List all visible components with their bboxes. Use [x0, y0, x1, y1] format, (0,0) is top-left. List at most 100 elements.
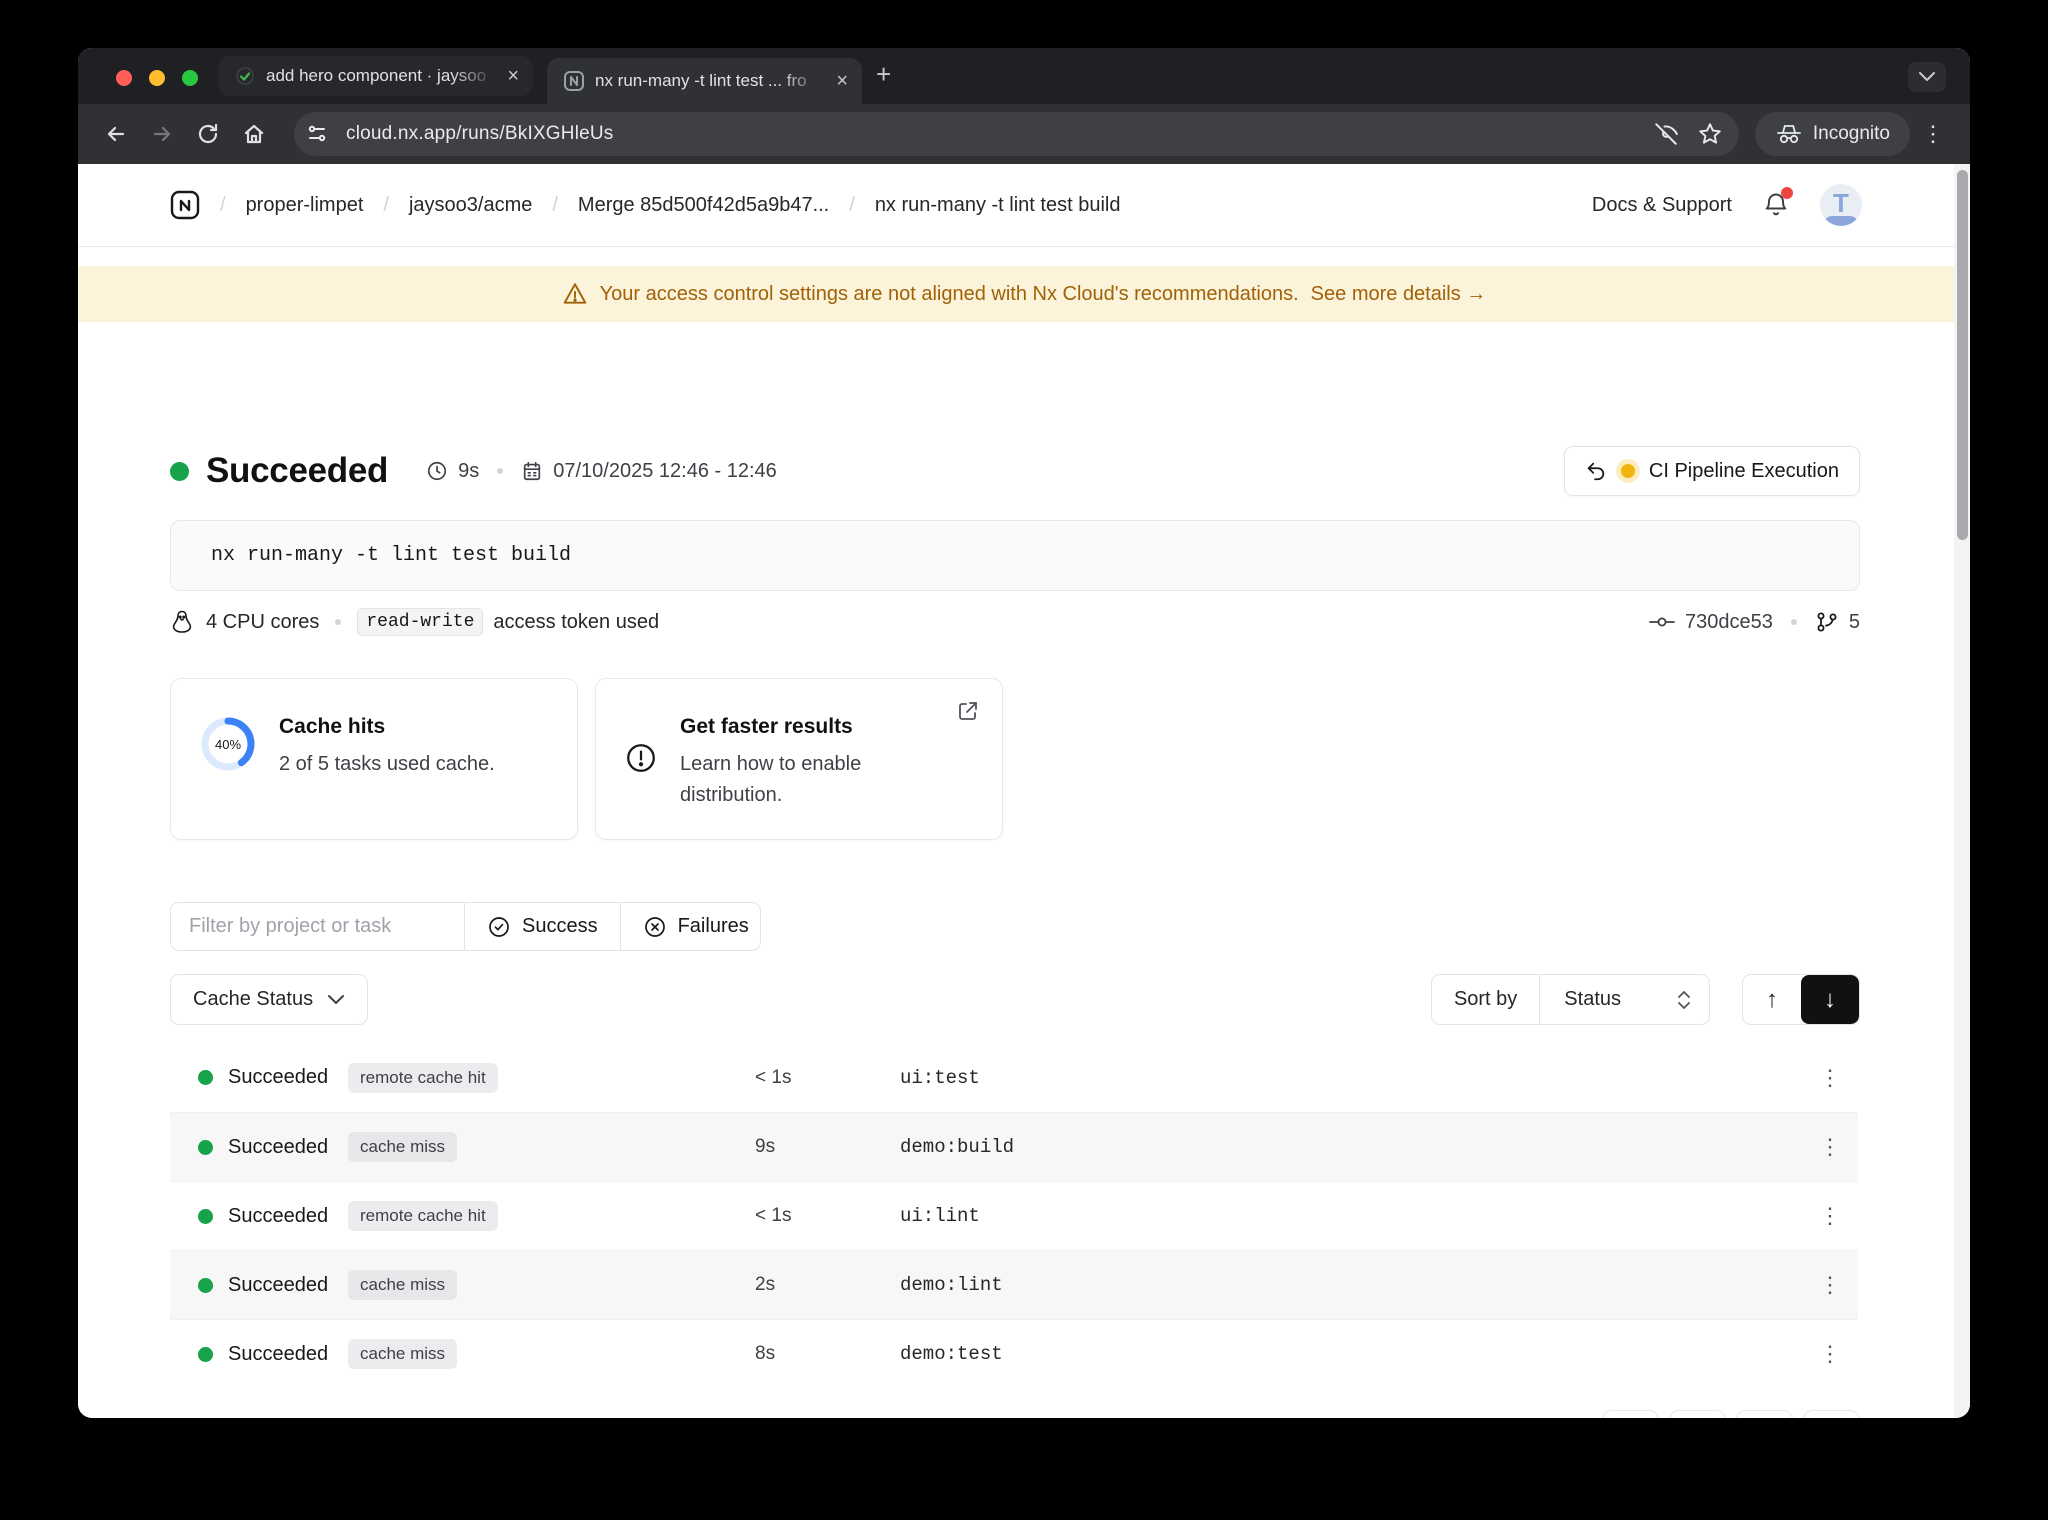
first-page-button[interactable]: « [1602, 1410, 1659, 1418]
bookmark-star-icon[interactable] [1697, 121, 1723, 147]
success-dot-icon [198, 1277, 213, 1293]
access-token-chip: read-write [357, 608, 484, 636]
breadcrumb: / proper-limpet / jaysoo3/acme / Merge 8… [170, 190, 1120, 220]
cache-hits-subtitle: 2 of 5 tasks used cache. [279, 753, 495, 775]
success-dot-icon [198, 1070, 213, 1085]
sort-ascending-button[interactable]: ↑ [1743, 975, 1801, 1024]
password-hidden-icon[interactable] [1653, 121, 1679, 147]
tab-title: nx run-many -t lint test ... fro [595, 71, 807, 90]
warning-message: Your access control settings are not ali… [599, 282, 1299, 305]
nx-logo-icon[interactable] [170, 190, 200, 220]
external-link-icon[interactable] [956, 699, 980, 723]
list-controls-row: Cache Status Sort by Status ↑ ↓ [170, 974, 1860, 1025]
cache-percent: 40% [214, 736, 242, 752]
success-dot-icon [198, 1139, 213, 1155]
desktop-background: add hero component · jaysoo × nx run-man… [0, 0, 2048, 1520]
avatar[interactable]: T [1820, 184, 1862, 226]
tab-search-button[interactable] [1908, 62, 1946, 92]
table-row[interactable]: Succeeded remote cache hit < 1s ui:lint … [170, 1181, 1858, 1250]
site-info-icon[interactable] [300, 117, 334, 151]
row-menu-icon[interactable]: ⋮ [1802, 1272, 1858, 1298]
page-scrollbar[interactable] [1954, 164, 1970, 1418]
cache-donut-chart: 40% [199, 715, 257, 773]
undo-icon [1587, 462, 1605, 481]
run-duration: 9s [458, 459, 480, 482]
docs-support-link[interactable]: Docs & Support [1592, 194, 1732, 217]
table-row[interactable]: Succeeded remote cache hit < 1s ui:test … [170, 1043, 1858, 1112]
info-icon [624, 741, 658, 839]
sort-control: Sort by Status [1430, 974, 1710, 1025]
back-button[interactable] [96, 114, 136, 154]
success-dot-icon [198, 1208, 213, 1224]
pagination: 1 - 5 of 5 « ‹ › » [170, 1410, 1860, 1418]
see-more-details-link[interactable]: See more details → [1311, 283, 1487, 306]
row-menu-icon[interactable]: ⋮ [1802, 1065, 1858, 1091]
command-box: nx run-many -t lint test build [170, 520, 1860, 591]
summary-cards: 40% Cache hits 2 of 5 tasks used cache. … [170, 678, 1860, 840]
row-menu-icon[interactable]: ⋮ [1802, 1341, 1858, 1367]
close-tab-icon[interactable]: × [836, 71, 848, 91]
browser-menu-icon[interactable]: ⋮ [1916, 121, 1950, 147]
run-command: nx run-many -t lint test build [211, 544, 572, 567]
incognito-label: Incognito [1812, 123, 1890, 144]
cache-badge: cache miss [348, 1339, 458, 1369]
access-token-text: access token used [493, 610, 660, 633]
table-row[interactable]: Succeeded cache miss 9s demo:build ⋮ [170, 1112, 1858, 1181]
ci-pipeline-execution-button[interactable]: CI Pipeline Execution [1563, 446, 1860, 496]
scrollbar-thumb[interactable] [1957, 170, 1968, 540]
sort-by-label: Sort by [1453, 988, 1518, 1010]
close-window-button[interactable] [116, 70, 132, 86]
run-timerange: 07/10/2025 12:46 - 12:46 [553, 459, 777, 482]
avatar-letter: T [1833, 188, 1849, 218]
close-tab-icon[interactable]: × [507, 66, 519, 86]
cache-hits-card: 40% Cache hits 2 of 5 tasks used cache. [170, 678, 578, 840]
browser-tab-inactive[interactable]: add hero component · jaysoo × [218, 56, 533, 96]
url-bar[interactable]: cloud.nx.app/runs/BkIXGHleUs [294, 112, 1739, 156]
pr-check-icon [234, 65, 256, 87]
minimize-window-button[interactable] [149, 70, 165, 86]
cache-badge: remote cache hit [348, 1201, 498, 1231]
filter-success-button[interactable]: Success [464, 903, 620, 950]
table-row[interactable]: Succeeded cache miss 8s demo:test ⋮ [170, 1319, 1858, 1388]
avatar-shape [1824, 216, 1858, 226]
zoom-window-button[interactable] [182, 70, 198, 86]
breadcrumb-branch[interactable]: Merge 85d500f42d5a9b47... [578, 194, 829, 217]
site-header: / proper-limpet / jaysoo3/acme / Merge 8… [78, 164, 1970, 247]
tab-strip: add hero component · jaysoo × nx run-man… [78, 48, 1970, 104]
new-tab-button[interactable]: + [876, 59, 891, 90]
commit-icon [1649, 617, 1675, 627]
sort-field-select[interactable]: Status [1539, 975, 1709, 1024]
browser-tab-active[interactable]: nx run-many -t lint test ... fro × [547, 58, 862, 104]
x-circle-icon [644, 916, 665, 937]
cpu-cores: 4 CPU cores [206, 610, 320, 633]
notification-dot [1781, 187, 1793, 199]
table-row[interactable]: Succeeded cache miss 2s demo:lint ⋮ [170, 1250, 1858, 1319]
commit-sha[interactable]: 730dce53 [1685, 611, 1773, 634]
breadcrumb-separator: / [383, 193, 389, 216]
sort-descending-button[interactable]: ↓ [1801, 975, 1859, 1024]
incognito-badge: Incognito [1754, 112, 1910, 156]
success-dot-icon [170, 461, 189, 481]
last-page-button[interactable]: » [1803, 1410, 1860, 1418]
notifications-button[interactable] [1762, 187, 1793, 219]
forward-button[interactable] [142, 114, 182, 154]
cache-status-dropdown[interactable]: Cache Status [170, 974, 369, 1025]
branch-count: 5 [1848, 610, 1860, 633]
run-status-title: Succeeded [206, 451, 389, 490]
breadcrumb-repo[interactable]: jaysoo3/acme [409, 194, 532, 217]
home-button[interactable] [234, 114, 274, 154]
browser-toolbar: cloud.nx.app/runs/BkIXGHleUs Incognito ⋮ [78, 104, 1970, 164]
filter-failures-button[interactable]: Failures [619, 903, 760, 950]
next-page-button[interactable]: › [1736, 1410, 1793, 1418]
distribution-card[interactable]: Get faster results Learn how to enable d… [595, 678, 1003, 840]
breadcrumb-workspace[interactable]: proper-limpet [246, 194, 364, 217]
row-menu-icon[interactable]: ⋮ [1802, 1134, 1858, 1160]
row-menu-icon[interactable]: ⋮ [1802, 1203, 1858, 1229]
separator-dot [1790, 619, 1797, 625]
previous-page-button[interactable]: ‹ [1669, 1410, 1726, 1418]
browser-window: add hero component · jaysoo × nx run-man… [78, 48, 1970, 1418]
breadcrumb-run[interactable]: nx run-many -t lint test build [875, 194, 1121, 217]
reload-button[interactable] [188, 114, 228, 154]
filter-input[interactable] [171, 903, 464, 950]
select-chevrons-icon [1678, 990, 1690, 1009]
